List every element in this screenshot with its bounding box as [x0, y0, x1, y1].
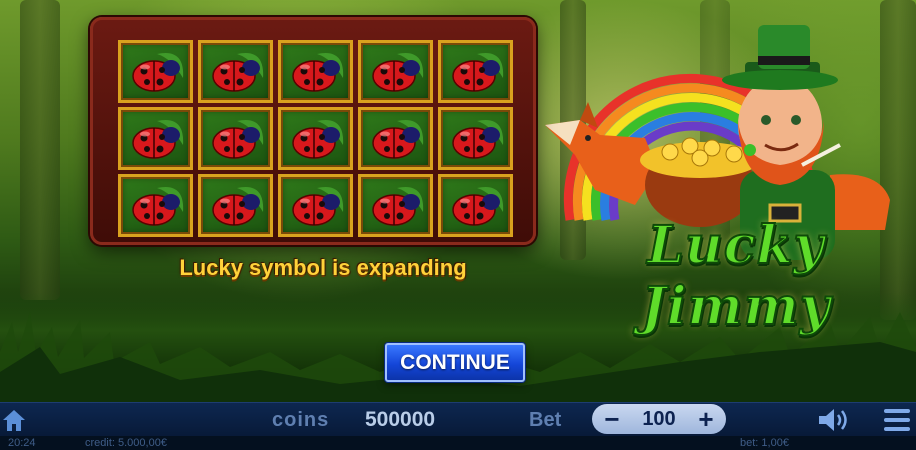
- control-bar: coins 500000 Bet − 100 +: [0, 402, 916, 436]
- reel-cell: [358, 174, 433, 237]
- reel-cell: [198, 174, 273, 237]
- reel-cell: [358, 40, 433, 103]
- reel-cell: [198, 107, 273, 170]
- clock-time: 20:24: [8, 437, 36, 449]
- menu-button[interactable]: [882, 407, 912, 433]
- ladybug-icon: [451, 186, 503, 226]
- ladybug-icon: [131, 186, 183, 226]
- background-tree: [20, 0, 60, 300]
- ladybug-icon: [371, 186, 423, 226]
- ladybug-icon: [371, 119, 423, 159]
- speaker-icon: [819, 409, 847, 431]
- bet-increase-button[interactable]: +: [696, 406, 716, 432]
- info-bar: 20:24 credit: 5.000,00€ bet: 1,00€: [0, 436, 916, 450]
- credit-display: credit: 5.000,00€: [85, 437, 167, 449]
- ladybug-icon: [291, 119, 343, 159]
- ladybug-icon: [451, 52, 503, 92]
- ladybug-icon: [131, 119, 183, 159]
- coins-label: coins: [272, 409, 330, 431]
- reel-frame: [90, 17, 536, 245]
- reel-cell: [438, 40, 513, 103]
- bet-stepper: − 100 +: [592, 404, 726, 434]
- bet-label: Bet: [529, 409, 562, 431]
- reel-grid: [118, 40, 513, 237]
- reel-cell: [198, 40, 273, 103]
- game-logo: Lucky Jimmy: [640, 214, 831, 338]
- ladybug-icon: [211, 119, 263, 159]
- reel-cell: [278, 174, 353, 237]
- coins-value: 500000: [365, 408, 436, 431]
- bet-amount-display: bet: 1,00€: [740, 437, 789, 449]
- reel-cell: [438, 174, 513, 237]
- reel-cell: [358, 107, 433, 170]
- bet-value: 100: [642, 407, 676, 430]
- home-icon: [3, 410, 25, 431]
- reel-cell: [278, 40, 353, 103]
- sound-toggle-button[interactable]: [817, 407, 851, 433]
- home-button[interactable]: [0, 406, 28, 434]
- ladybug-icon: [291, 186, 343, 226]
- reel-cell: [118, 40, 193, 103]
- ladybug-icon: [451, 119, 503, 159]
- reel-cell: [438, 107, 513, 170]
- bet-decrease-button[interactable]: −: [602, 406, 622, 432]
- ladybug-icon: [291, 52, 343, 92]
- ladybug-icon: [211, 186, 263, 226]
- win-status-message: Lucky symbol is expanding: [179, 255, 467, 280]
- ladybug-icon: [211, 52, 263, 92]
- continue-button[interactable]: CONTINUE: [385, 343, 525, 382]
- ladybug-icon: [131, 52, 183, 92]
- reel-cell: [118, 174, 193, 237]
- reel-cell: [278, 107, 353, 170]
- ladybug-icon: [371, 52, 423, 92]
- reel-cell: [118, 107, 193, 170]
- hamburger-menu-icon: [884, 409, 910, 431]
